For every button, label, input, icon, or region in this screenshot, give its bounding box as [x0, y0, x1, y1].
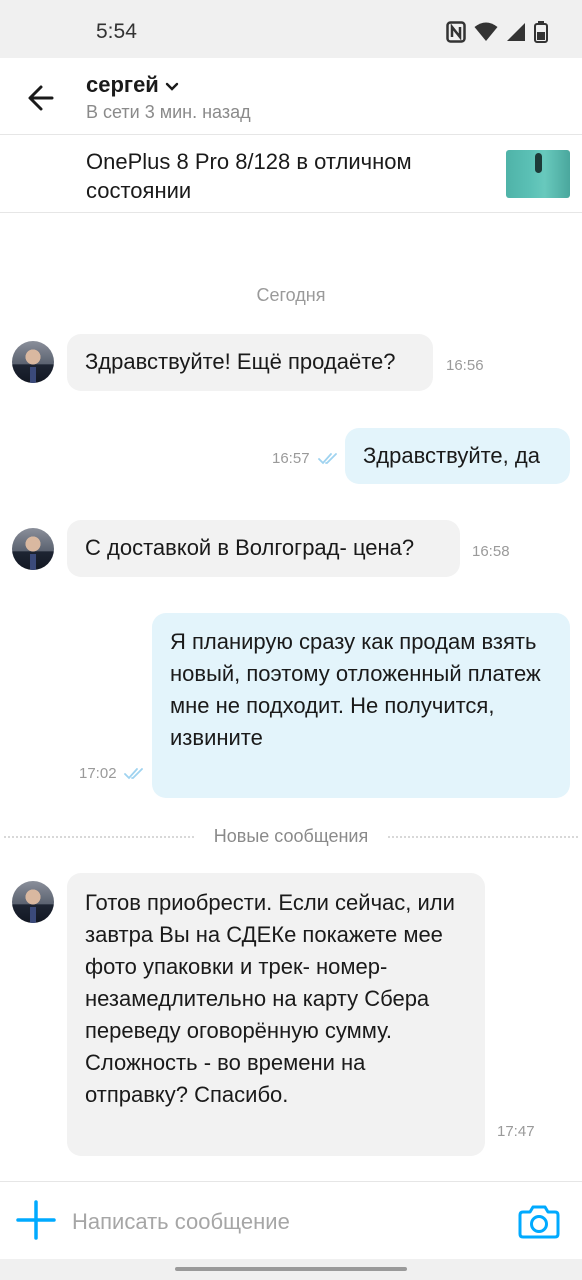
message-text: Я планирую сразу как продам взять новый,…: [170, 629, 541, 750]
new-messages-separator: Новые сообщения: [0, 823, 582, 851]
message-bubble-outgoing[interactable]: Здравствуйте, да: [345, 428, 570, 484]
message-time: 16:58: [472, 543, 510, 560]
message-time: 16:57: [272, 450, 310, 467]
message-bubble-incoming[interactable]: С доставкой в Волгоград- цена?: [67, 520, 460, 577]
plus-icon: [16, 1200, 56, 1244]
chevron-down-icon: [165, 72, 179, 98]
message-text: Здравствуйте! Ещё продаёте?: [85, 349, 396, 374]
message-text: С доставкой в Волгоград- цена?: [85, 535, 415, 560]
arrow-left-icon: [22, 85, 62, 120]
message-time: 17:02: [79, 765, 117, 782]
contact-status: В сети 3 мин. назад: [86, 102, 251, 122]
avatar[interactable]: [12, 528, 54, 570]
system-nav-bar: [0, 1259, 582, 1280]
message-time: 17:47: [497, 1123, 535, 1140]
contact-name-button[interactable]: сергей: [86, 72, 179, 98]
nfc-icon: [446, 21, 466, 43]
message-time: 16:56: [446, 357, 484, 374]
chat-header: сергей В сети 3 мин. назад: [0, 58, 582, 135]
message-bubble-incoming[interactable]: Здравствуйте! Ещё продаёте?: [67, 334, 433, 391]
listing-thumbnail: [506, 150, 570, 198]
message-bubble-incoming[interactable]: Готов приобрести. Если сейчас, или завтр…: [67, 873, 485, 1156]
wifi-icon: [474, 22, 498, 42]
signal-icon: [506, 22, 526, 42]
avatar[interactable]: [12, 341, 54, 383]
status-time: 5:54: [96, 20, 137, 43]
listing-card[interactable]: OnePlus 8 Pro 8/128 в отличном состоянии: [0, 135, 582, 213]
camera-icon: [518, 1205, 560, 1244]
back-button[interactable]: [22, 80, 62, 116]
message-bubble-outgoing[interactable]: Я планирую сразу как продам взять новый,…: [152, 613, 570, 798]
read-ticks-icon: [318, 452, 340, 471]
attach-button[interactable]: [16, 1200, 56, 1240]
message-composer: [0, 1181, 582, 1260]
listing-title: OnePlus 8 Pro 8/128 в отличном состоянии: [86, 149, 412, 203]
message-text: Здравствуйте, да: [363, 443, 540, 468]
message-input[interactable]: [70, 1202, 494, 1242]
avatar[interactable]: [12, 881, 54, 923]
read-ticks-icon: [124, 767, 146, 786]
status-bar: 5:54: [0, 0, 582, 58]
status-icons: [446, 20, 548, 44]
battery-icon: [534, 21, 548, 43]
message-text: Готов приобрести. Если сейчас, или завтр…: [85, 890, 455, 1107]
home-indicator[interactable]: [175, 1267, 407, 1271]
contact-name: сергей: [86, 72, 159, 97]
new-messages-label: Новые сообщения: [213, 826, 369, 846]
date-separator: Сегодня: [256, 285, 326, 305]
camera-button[interactable]: [518, 1202, 560, 1240]
